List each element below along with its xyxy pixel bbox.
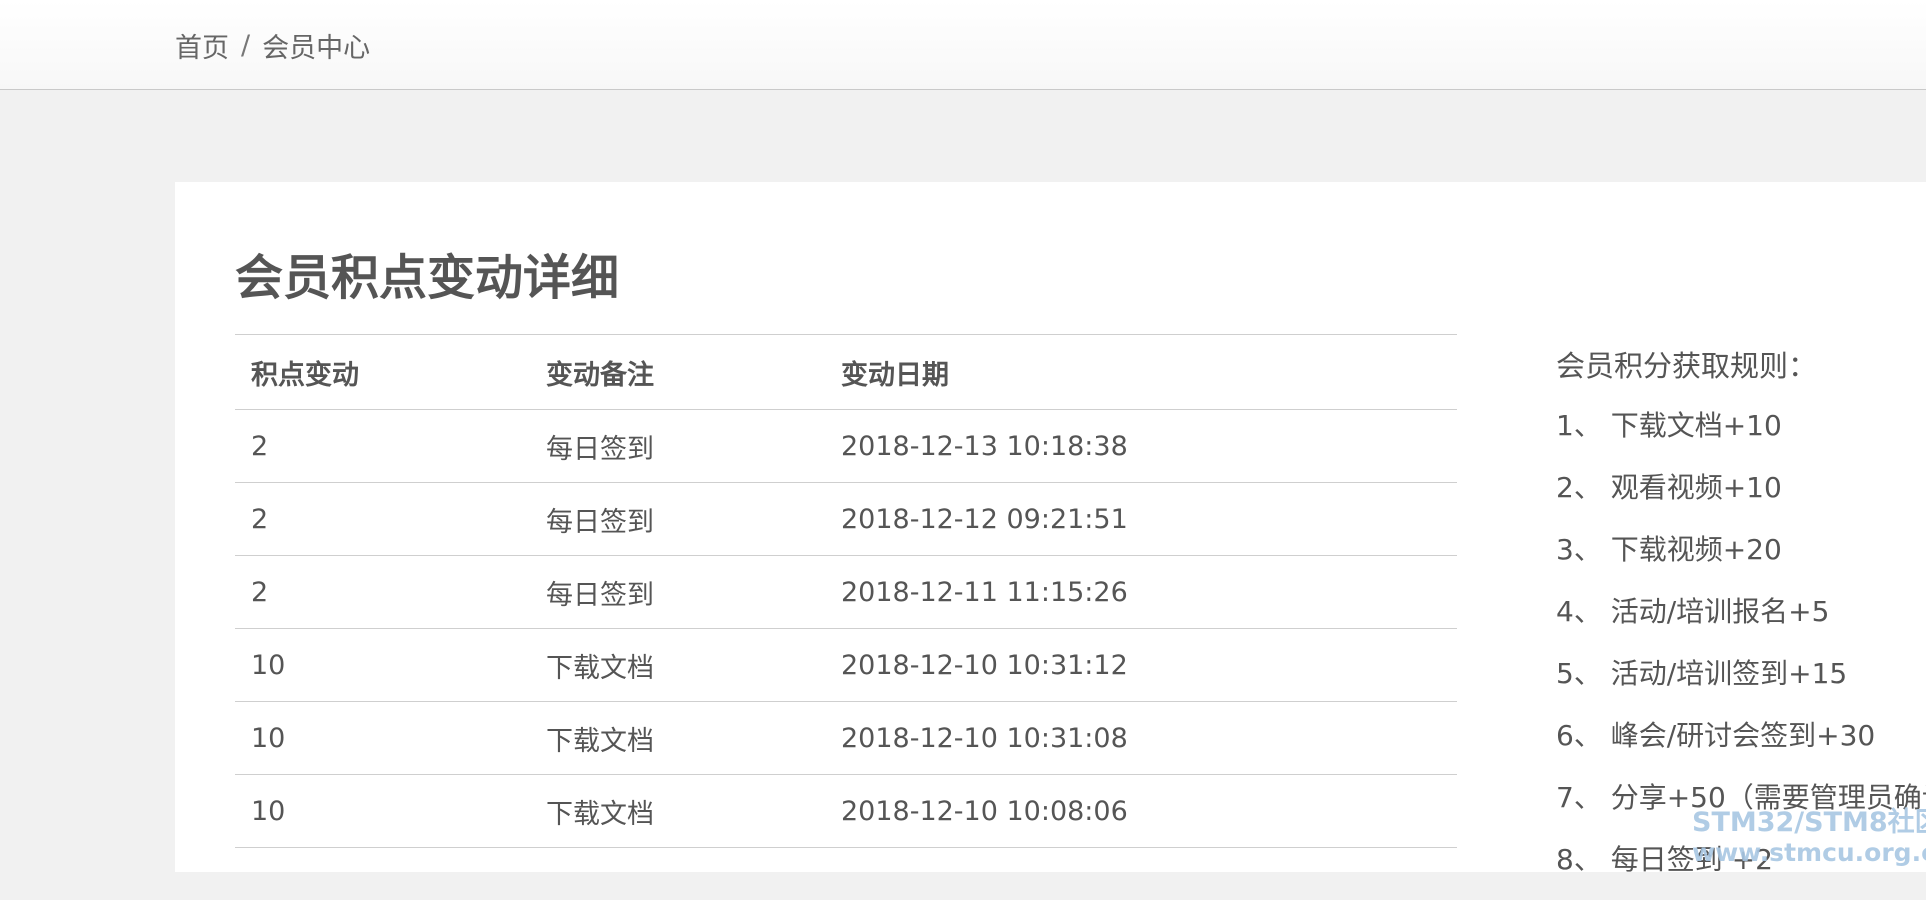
date-cell: 2018-12-11 11:15:26 (825, 555, 1457, 629)
table-header-row: 积点变动 变动备注 变动日期 (235, 334, 1457, 410)
points-change-cell: 10 (235, 774, 530, 848)
date-cell: 2018-12-12 09:21:51 (825, 482, 1457, 556)
rule-item: 2、 观看视频+10 (1556, 471, 1782, 504)
date-cell: 2018-12-13 10:18:38 (825, 409, 1457, 483)
points-change-cell: 2 (235, 555, 530, 629)
breadcrumb: 首页 / 会员中心 (175, 26, 370, 65)
rule-item: 4、 活动/培训报名+5 (1556, 595, 1830, 628)
column-header-date: 变动日期 (825, 334, 1457, 410)
points-change-cell: 2 (235, 409, 530, 483)
points-change-cell: 10 (235, 628, 530, 702)
rules-title: 会员积分获取规则： (1556, 349, 1818, 383)
site-watermark: STM32/STM8社区 www.stmcu.org.cn (1692, 808, 1926, 868)
table-row: 2 每日签到 2018-12-12 09:21:51 (235, 482, 1457, 556)
rule-item: 6、 峰会/研讨会签到+30 (1556, 719, 1876, 752)
table-row: 2 每日签到 2018-12-13 10:18:38 (235, 409, 1457, 483)
breadcrumb-home-link[interactable]: 首页 (175, 26, 229, 65)
table-row: 2 每日签到 2018-12-11 11:15:26 (235, 555, 1457, 629)
watermark-url: www.stmcu.org.cn (1692, 838, 1926, 867)
remark-cell: 每日签到 (530, 482, 825, 556)
table-row: 10 下载文档 2018-12-10 10:31:12 (235, 628, 1457, 702)
date-cell: 2018-12-10 10:31:08 (825, 701, 1457, 775)
table-row: 10 下载文档 2018-12-10 10:31:08 (235, 701, 1457, 775)
page-title: 会员积点变动详细 (235, 250, 620, 306)
remark-cell: 下载文档 (530, 628, 825, 702)
rule-item: 3、 下载视频+20 (1556, 533, 1782, 566)
remark-cell: 每日签到 (530, 555, 825, 629)
date-cell: 2018-12-10 10:31:12 (825, 628, 1457, 702)
points-change-cell: 2 (235, 482, 530, 556)
remark-cell: 每日签到 (530, 409, 825, 483)
rule-item: 5、 活动/培训签到+15 (1556, 657, 1848, 690)
points-detail-card: 会员积点变动详细 积点变动 变动备注 变动日期 2 每日签到 2018-12-1… (175, 182, 1926, 876)
points-table: 积点变动 变动备注 变动日期 2 每日签到 2018-12-13 10:18:3… (235, 334, 1457, 848)
remark-cell: 下载文档 (530, 774, 825, 848)
remark-cell: 下载文档 (530, 701, 825, 775)
breadcrumb-current[interactable]: 会员中心 (262, 26, 370, 65)
rule-item: 1、 下载文档+10 (1556, 409, 1782, 442)
watermark-title: STM32/STM8社区 (1692, 807, 1926, 838)
table-row: 10 下载文档 2018-12-10 10:08:06 (235, 774, 1457, 848)
column-header-points-change: 积点变动 (235, 334, 530, 410)
points-change-cell: 10 (235, 701, 530, 775)
breadcrumb-separator: / (241, 30, 251, 61)
date-cell: 2018-12-10 10:08:06 (825, 774, 1457, 848)
column-header-remark: 变动备注 (530, 334, 825, 410)
top-bar: 首页 / 会员中心 (0, 0, 1926, 90)
